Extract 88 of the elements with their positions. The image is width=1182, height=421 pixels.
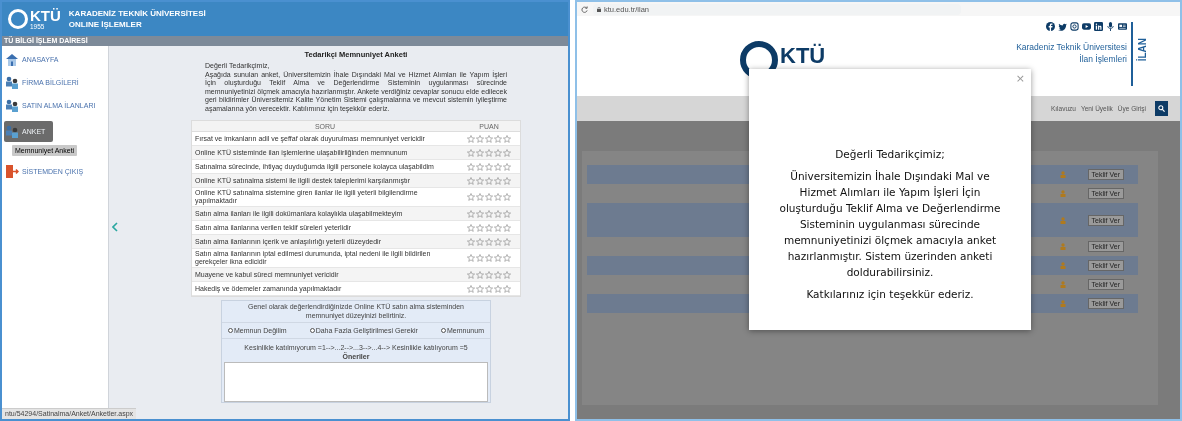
star-icon[interactable]	[494, 134, 502, 143]
star-icon[interactable]	[476, 270, 484, 279]
close-button[interactable]: ×	[1015, 73, 1025, 84]
star-icon[interactable]	[503, 237, 511, 246]
user-icon	[1059, 281, 1066, 288]
university-name: KARADENİZ TEKNİK ÜNİVERSİTESİ	[68, 8, 206, 19]
star-icon[interactable]	[494, 148, 502, 157]
star-icon[interactable]	[494, 270, 502, 279]
user-icon	[1059, 171, 1066, 178]
star-icon[interactable]	[503, 193, 511, 201]
star-icon[interactable]	[476, 148, 484, 157]
user-icon	[1059, 300, 1066, 307]
star-icon[interactable]	[467, 134, 475, 143]
star-icon[interactable]	[476, 176, 484, 185]
house-icon	[5, 53, 19, 66]
star-icon[interactable]	[476, 193, 484, 201]
star-icon[interactable]	[503, 254, 511, 262]
star-icon[interactable]	[467, 237, 475, 246]
linkedin-icon[interactable]	[1094, 22, 1103, 31]
star-icon[interactable]	[494, 237, 502, 246]
star-icon[interactable]	[467, 223, 475, 232]
microphone-icon[interactable]	[1106, 22, 1115, 31]
user-icon	[1059, 243, 1066, 250]
play-icon[interactable]	[1082, 22, 1091, 31]
star-icon[interactable]	[467, 148, 475, 157]
star-icon[interactable]	[476, 254, 484, 262]
star-icon[interactable]	[485, 223, 493, 232]
user-icon	[1059, 262, 1066, 269]
section-title: İlan İşlemleri	[1079, 53, 1127, 65]
star-icon[interactable]	[494, 193, 502, 201]
star-icon[interactable]	[467, 193, 475, 201]
star-icon[interactable]	[494, 254, 502, 262]
star-icon[interactable]	[476, 284, 484, 293]
star-icon[interactable]	[494, 223, 502, 232]
star-icon[interactable]	[494, 176, 502, 185]
dialog-greeting: Değerli Tedarikçimiz;	[834, 147, 946, 162]
star-icon[interactable]	[467, 284, 475, 293]
portal-title: ONLINE İŞLEMLER	[68, 19, 143, 30]
dialog-message: Üniversitemizin İhale Dışındaki Mal ve Hizmet Alımları ile Yapım İşleri İçin oluşturduğu Teklif Alma ve Değerlendirme Sisteminin uygulanması sürecinde memnuniyetinizi ölçmek amacıyla anket hazırlanmıştır. Sistem üzerinden anketi doldurabilirsiniz.	[778, 169, 1002, 280]
star-icon[interactable]	[503, 223, 511, 232]
star-icon[interactable]	[476, 209, 484, 218]
star-icon[interactable]	[494, 162, 502, 171]
star-icon[interactable]	[467, 176, 475, 185]
star-icon[interactable]	[485, 254, 493, 262]
star-icon[interactable]	[467, 209, 475, 218]
star-icon[interactable]	[503, 148, 511, 157]
star-icon[interactable]	[485, 176, 493, 185]
star-icon[interactable]	[467, 270, 475, 279]
star-icon[interactable]	[485, 237, 493, 246]
star-icon[interactable]	[485, 193, 493, 201]
camera-icon[interactable]	[1070, 22, 1079, 31]
reload-icon[interactable]	[581, 5, 588, 13]
star-icon[interactable]	[476, 162, 484, 171]
dialog-thanks: Katkılarınız için teşekkür ederiz.	[805, 287, 975, 302]
search-icon	[1158, 105, 1165, 112]
star-icon[interactable]	[476, 134, 484, 143]
star-icon[interactable]	[494, 284, 502, 293]
users-icon	[5, 125, 19, 138]
vertical-label: İLAN	[1137, 38, 1148, 62]
star-icon[interactable]	[476, 223, 484, 232]
star-icon[interactable]	[503, 134, 511, 143]
facebook-icon[interactable]	[1046, 22, 1055, 31]
star-icon[interactable]	[494, 209, 502, 218]
star-icon[interactable]	[503, 176, 511, 185]
suggestions-field[interactable]	[224, 362, 488, 402]
exit-door-icon	[5, 165, 19, 178]
star-icon[interactable]	[476, 237, 484, 246]
newspaper-icon[interactable]	[1118, 22, 1127, 31]
star-icon[interactable]	[485, 134, 493, 143]
users-icon	[5, 99, 19, 112]
search-button[interactable]	[1155, 101, 1168, 116]
star-icon[interactable]	[485, 209, 493, 218]
star-icon[interactable]	[503, 284, 511, 293]
star-icon[interactable]	[485, 284, 493, 293]
star-icon[interactable]	[503, 162, 511, 171]
star-icon[interactable]	[485, 162, 493, 171]
university-name: Karadeniz Teknik Üniversitesi	[1016, 41, 1127, 53]
star-icon[interactable]	[485, 148, 493, 157]
users-icon	[5, 76, 19, 89]
star-icon[interactable]	[485, 270, 493, 279]
user-icon	[1059, 190, 1066, 197]
lock-icon	[597, 6, 601, 12]
star-icon[interactable]	[467, 254, 475, 262]
star-icon[interactable]	[503, 270, 511, 279]
bird-icon[interactable]	[1058, 22, 1067, 31]
star-icon[interactable]	[467, 162, 475, 171]
star-icon[interactable]	[503, 209, 511, 218]
user-icon	[1059, 216, 1066, 224]
